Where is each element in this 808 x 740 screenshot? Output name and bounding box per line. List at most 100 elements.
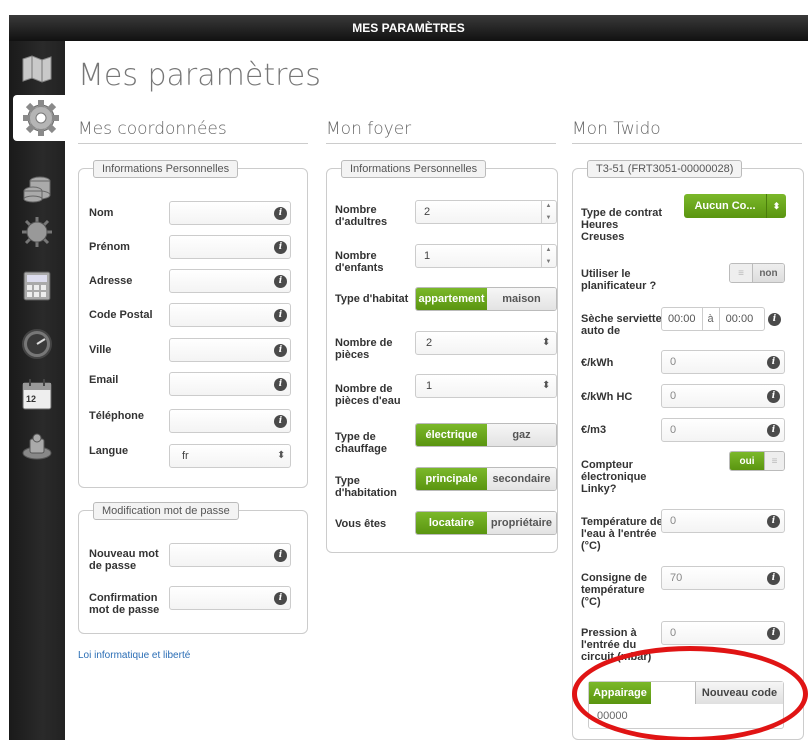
enfants-spinner[interactable]: ▲ ▼ (541, 244, 555, 268)
map-icon[interactable] (9, 45, 65, 91)
select-arrows-icon: ⬍ (766, 194, 786, 218)
seche-label: Sèche serviette auto de (581, 313, 662, 337)
adresse-input[interactable] (169, 269, 291, 293)
twido-heading: Mon Twido (572, 119, 802, 144)
email-input[interactable] (169, 372, 291, 396)
info-icon[interactable]: i (768, 313, 781, 326)
toggle-grip-icon: ≡ (730, 264, 752, 282)
seche-from-input[interactable]: 00:00 (662, 308, 703, 330)
proprietaire-option[interactable]: propriétaire (486, 512, 556, 534)
contrat-dropdown[interactable]: Aucun Co... ⬍ (684, 194, 786, 218)
twido-legend: T3-51 (FRT3051-00000028) (587, 160, 743, 178)
telephone-input[interactable] (169, 409, 291, 433)
foyer-heading: Mon foyer (326, 119, 556, 144)
electrique-option[interactable]: électrique (416, 424, 487, 446)
sun-icon[interactable] (9, 209, 65, 255)
planificateur-label: Utiliser le planificateur ? (581, 268, 657, 292)
telephone-label: Téléphone (89, 410, 145, 422)
adultes-value: 2 (424, 206, 431, 218)
info-icon[interactable]: i (274, 207, 287, 220)
gear-icon[interactable] (13, 95, 69, 141)
principale-option[interactable]: principale (416, 468, 487, 490)
pieces-eau-select[interactable]: 1 (415, 374, 557, 398)
coins-icon[interactable] (9, 165, 65, 211)
info-icon[interactable]: i (767, 390, 780, 403)
pieces-label: Nombre de pièces (335, 337, 393, 361)
toggle-grip-icon: ≡ (764, 452, 784, 470)
chauffage-toggle: électrique gaz (415, 423, 557, 447)
adultes-input[interactable]: 2 (415, 200, 557, 224)
info-icon[interactable]: i (274, 241, 287, 254)
adresse-label: Adresse (89, 275, 133, 287)
seche-time-range: 00:00 à 00:00 (661, 307, 765, 331)
ville-input[interactable] (169, 338, 291, 362)
code-postal-input[interactable] (169, 303, 291, 327)
contrat-value: Aucun Co... (694, 200, 756, 212)
linky-value: oui (730, 452, 764, 470)
left-edge (0, 0, 9, 740)
contrat-label: Type de contrat Heures Creuses (581, 207, 663, 243)
nom-label: Nom (89, 207, 114, 219)
personal-info-legend: Informations Personnelles (93, 160, 239, 178)
maison-option[interactable]: maison (486, 288, 556, 310)
chauffage-label: Type de chauffage (335, 431, 387, 455)
habitat-toggle: appartement maison (415, 287, 557, 311)
info-icon[interactable]: i (274, 344, 287, 357)
puzzle-icon[interactable] (9, 423, 65, 469)
adultes-spinner[interactable]: ▲ ▼ (541, 200, 555, 224)
loi-link[interactable]: Loi informatique et liberté (78, 650, 190, 661)
linky-toggle[interactable]: oui ≡ (729, 451, 785, 471)
info-icon[interactable]: i (274, 592, 287, 605)
gauge-icon[interactable] (9, 321, 65, 367)
prenom-input[interactable] (169, 235, 291, 259)
select-arrows-icon: ⬍ (542, 380, 551, 391)
vous-label: Vous êtes (335, 518, 387, 530)
info-icon[interactable]: i (767, 627, 780, 640)
temperature-label: Température de l'eau à l'entrée (°C) (581, 516, 663, 552)
calendar-icon[interactable]: 12 (9, 371, 65, 417)
gaz-option[interactable]: gaz (486, 424, 556, 446)
linky-label: Compteur électronique Linky? (581, 459, 647, 495)
page-title: Mes paramètres (78, 58, 321, 93)
nouveau-mdp-label: Nouveau mot de passe (89, 548, 159, 572)
enfants-input[interactable]: 1 (415, 244, 557, 268)
langue-label: Langue (89, 445, 129, 457)
info-icon[interactable]: i (767, 515, 780, 528)
confirmation-mdp-label: Confirmation mot de passe (89, 592, 160, 616)
nouveau-mdp-input[interactable] (169, 543, 291, 567)
info-icon[interactable]: i (274, 378, 287, 391)
pieces-eau-value: 1 (426, 380, 433, 392)
pieces-value: 2 (426, 337, 433, 349)
habitat-label: Type d'habitat (335, 293, 409, 305)
secondaire-option[interactable]: secondaire (486, 468, 556, 490)
seche-to-input[interactable]: 00:00 (718, 308, 760, 330)
appartement-option[interactable]: appartement (416, 288, 487, 310)
info-icon[interactable]: i (274, 275, 287, 288)
info-icon[interactable]: i (767, 572, 780, 585)
planificateur-toggle[interactable]: ≡ non (729, 263, 785, 283)
enfants-value: 1 (424, 250, 431, 262)
info-icon[interactable]: i (274, 309, 287, 322)
nom-input[interactable] (169, 201, 291, 225)
info-icon[interactable]: i (767, 424, 780, 437)
enfants-label: Nombre d'enfants (335, 250, 384, 274)
adultes-label: Nombre d'adultres (335, 204, 388, 228)
ville-label: Ville (89, 344, 112, 356)
confirmation-mdp-input[interactable] (169, 586, 291, 610)
langue-select[interactable]: fr (169, 444, 291, 468)
info-icon[interactable]: i (274, 549, 287, 562)
vous-toggle: locataire propriétaire (415, 511, 557, 535)
calculator-icon[interactable] (9, 263, 65, 309)
prenom-label: Prénom (89, 241, 130, 253)
highlight-annotation (572, 646, 808, 740)
kwh-hc-label: €/kWh HC (581, 391, 633, 403)
habitation-label: Type d'habitation (335, 475, 397, 499)
locataire-option[interactable]: locataire (416, 512, 487, 534)
pieces-select[interactable]: 2 (415, 331, 557, 355)
info-icon[interactable]: i (767, 356, 780, 369)
email-label: Email (89, 374, 119, 386)
info-icon[interactable]: i (274, 415, 287, 428)
habitation-toggle: principale secondaire (415, 467, 557, 491)
seche-separator: à (707, 313, 714, 325)
select-arrows-icon: ⬍ (542, 337, 551, 348)
